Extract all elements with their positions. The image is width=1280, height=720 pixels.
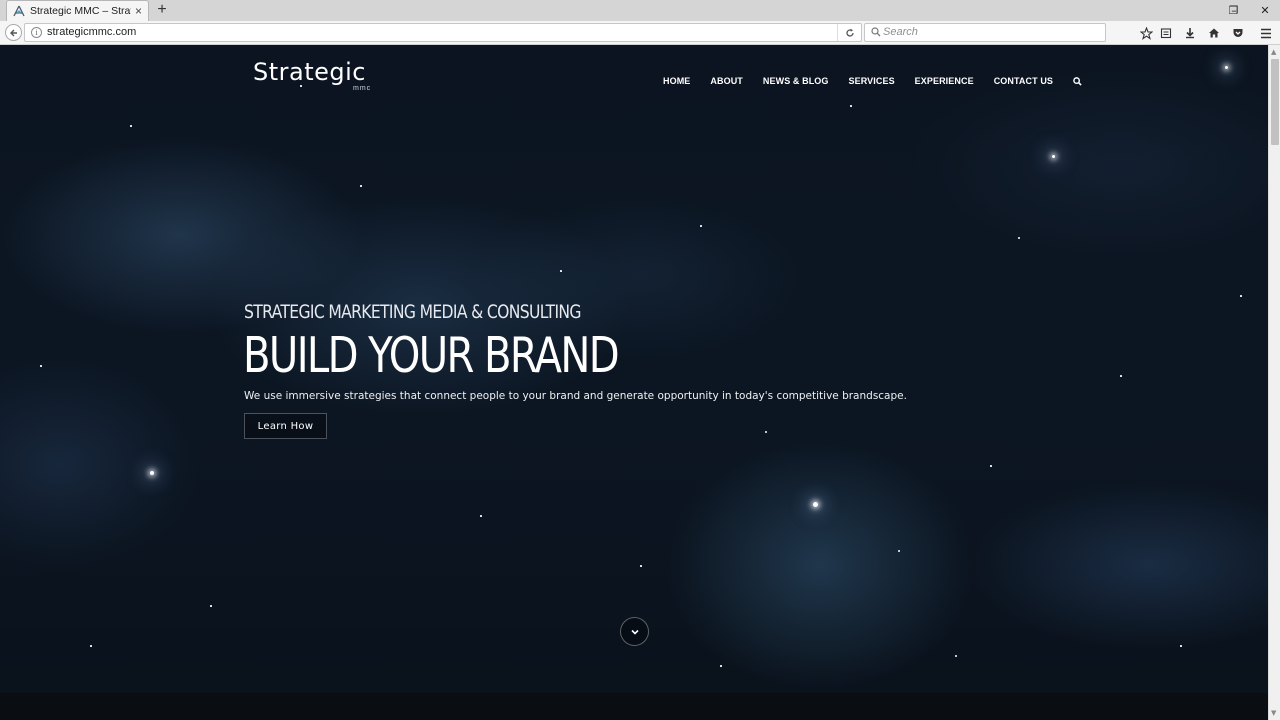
star <box>560 270 562 272</box>
nav-contact-us[interactable]: CONTACT US <box>994 76 1053 86</box>
scroll-down-button[interactable] <box>620 617 649 646</box>
star <box>360 185 362 187</box>
back-button[interactable] <box>5 24 22 41</box>
star <box>480 515 482 517</box>
star <box>90 645 92 647</box>
site-logo[interactable]: Strategic mmc <box>253 58 378 92</box>
menu-hamburger-icon[interactable] <box>1258 25 1274 41</box>
new-tab-button[interactable]: + <box>154 0 170 21</box>
reload-button[interactable] <box>837 24 861 41</box>
tab-title: Strategic MMC – Strategic… <box>30 5 131 17</box>
site-favicon-icon <box>13 5 25 17</box>
search-placeholder: Search <box>883 26 918 38</box>
vertical-scrollbar[interactable]: ▲ ▼ <box>1268 45 1280 720</box>
tab-close-icon[interactable]: × <box>135 4 142 18</box>
browser-navbar: i strategicmmc.com Search <box>0 21 1280 45</box>
star <box>150 471 154 475</box>
scroll-down-arrow-icon[interactable]: ▼ <box>1271 709 1276 717</box>
restore-button[interactable]: ❐ <box>1229 0 1239 21</box>
star <box>640 565 642 567</box>
chevron-down-icon <box>630 629 639 635</box>
reload-icon <box>845 28 854 37</box>
nav-about[interactable]: ABOUT <box>710 76 743 86</box>
next-section-edge <box>0 693 1268 720</box>
bookmark-star-icon[interactable] <box>1138 25 1154 41</box>
star <box>720 665 722 667</box>
main-nav: HOME ABOUT NEWS & BLOG SERVICES EXPERIEN… <box>663 71 1082 90</box>
learn-how-button[interactable]: Learn How <box>244 413 327 439</box>
nav-home[interactable]: HOME <box>663 76 690 86</box>
logo-subtext: mmc <box>353 85 372 92</box>
hero-title: BUILD YOUR BRAND <box>243 327 620 384</box>
back-arrow-icon <box>9 29 17 36</box>
star <box>1018 237 1020 239</box>
nav-search-icon[interactable] <box>1073 71 1082 90</box>
star <box>700 225 702 227</box>
hero-section: Strategic mmc HOME ABOUT NEWS & BLOG SER… <box>0 45 1268 693</box>
download-icon[interactable] <box>1182 25 1198 41</box>
star <box>990 465 992 467</box>
logo-text: Strategic <box>253 58 366 86</box>
star <box>210 605 212 607</box>
star <box>1120 375 1122 377</box>
star <box>898 550 900 552</box>
site-info-icon[interactable]: i <box>31 27 42 38</box>
nav-news-blog[interactable]: NEWS & BLOG <box>763 76 829 86</box>
url-text[interactable]: strategicmmc.com <box>47 26 136 38</box>
star <box>765 431 767 433</box>
search-bar[interactable]: Search <box>864 23 1106 42</box>
browser-tab[interactable]: Strategic MMC – Strategic… × <box>6 0 149 21</box>
star <box>40 365 42 367</box>
scrollbar-thumb[interactable] <box>1271 59 1279 145</box>
close-window-button[interactable]: ✕ <box>1250 0 1280 21</box>
reading-list-icon[interactable] <box>1158 25 1174 41</box>
home-icon[interactable] <box>1206 25 1222 41</box>
search-icon <box>871 27 881 37</box>
star <box>1052 155 1055 158</box>
star <box>1240 295 1242 297</box>
pocket-icon[interactable] <box>1230 25 1246 41</box>
star <box>1225 66 1228 69</box>
star <box>955 655 957 657</box>
scroll-up-arrow-icon[interactable]: ▲ <box>1271 48 1276 56</box>
star <box>813 502 818 507</box>
tab-strip: Strategic MMC – Strategic… × + – ❐ ✕ <box>0 0 1280 21</box>
url-bar[interactable]: i strategicmmc.com <box>24 23 862 42</box>
star <box>130 125 132 127</box>
hero-kicker: STRATEGIC MARKETING MEDIA & CONSULTING <box>244 301 581 323</box>
star <box>1180 645 1182 647</box>
star <box>850 105 852 107</box>
hero-description: We use immersive strategies that connect… <box>244 390 907 402</box>
nav-experience[interactable]: EXPERIENCE <box>915 76 974 86</box>
nav-services[interactable]: SERVICES <box>849 76 895 86</box>
